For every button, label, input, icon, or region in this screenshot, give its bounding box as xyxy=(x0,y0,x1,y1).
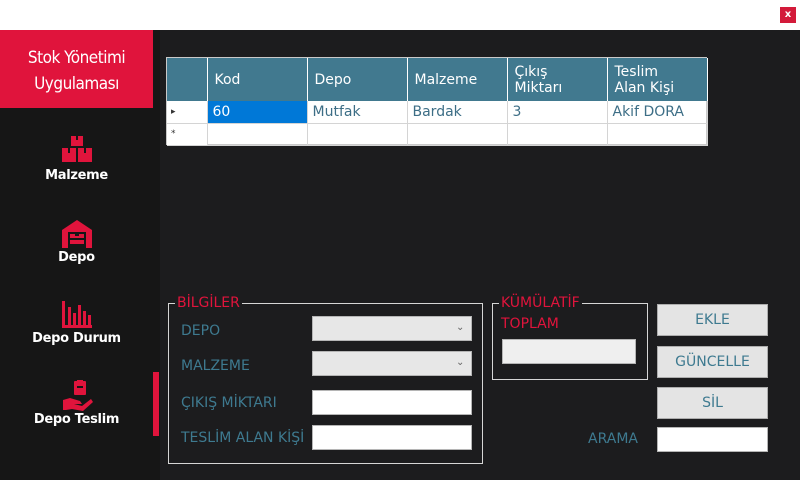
data-grid[interactable]: Kod Depo Malzeme Çıkış Miktarı Teslim Al… xyxy=(166,57,708,146)
column-header-teslim-alan-kisi[interactable]: Teslim Alan Kişi xyxy=(607,58,708,101)
table-cell[interactable] xyxy=(207,123,308,146)
delete-button[interactable]: SİL xyxy=(657,387,768,419)
table-row-new[interactable]: * xyxy=(167,123,708,146)
search-input[interactable] xyxy=(657,427,768,452)
sidebar: Stok Yönetimi Uygulaması Malzeme Depo De… xyxy=(0,30,160,480)
column-header-depo[interactable]: Depo xyxy=(307,58,408,101)
info-group-title: BİLGİLER xyxy=(175,295,242,311)
column-header-kod[interactable]: Kod xyxy=(207,58,308,101)
depo-label: DEPO xyxy=(181,323,221,339)
malzeme-select[interactable]: ⌄ xyxy=(312,351,472,376)
app-title-line2: Uygulaması xyxy=(34,74,119,94)
sidebar-item-label: Depo Durum xyxy=(32,331,121,346)
search-label: ARAMA xyxy=(588,431,638,447)
grid-corner xyxy=(167,58,208,101)
app-title-line1: Stok Yönetimi xyxy=(27,48,126,68)
table-cell[interactable]: Mutfak xyxy=(307,101,408,124)
cikis-miktari-input[interactable] xyxy=(312,390,472,415)
brand-panel: Stok Yönetimi Uygulaması xyxy=(0,30,153,108)
table-cell[interactable]: 60 xyxy=(207,101,308,124)
cumulative-total-field xyxy=(502,339,636,364)
table-cell[interactable] xyxy=(607,123,708,146)
sidebar-item-label: Depo Teslim xyxy=(33,412,120,427)
app-title: Stok Yönetimi Uygulaması xyxy=(0,45,153,97)
close-button[interactable]: x xyxy=(780,7,796,23)
grid-header-row: Kod Depo Malzeme Çıkış Miktarı Teslim Al… xyxy=(167,58,708,101)
malzeme-label: MALZEME xyxy=(181,358,250,374)
sidebar-item-label: Depo xyxy=(58,250,95,265)
sidebar-item-depo-teslim[interactable]: Depo Teslim xyxy=(0,380,153,452)
sidebar-item-label: Malzeme xyxy=(45,168,108,183)
column-header-cikis-miktari[interactable]: Çıkış Miktarı xyxy=(507,58,608,101)
table-cell[interactable] xyxy=(407,123,508,146)
table-cell[interactable]: Akif DORA xyxy=(607,101,708,124)
sidebar-item-depo-durum[interactable]: Depo Durum xyxy=(0,299,153,371)
cumulative-title-line1: KÜMÜLATİF xyxy=(499,295,582,311)
column-header-malzeme[interactable]: Malzeme xyxy=(407,58,508,101)
warehouse-icon xyxy=(62,220,92,248)
update-button[interactable]: GÜNCELLE xyxy=(657,346,768,378)
table-cell[interactable] xyxy=(507,123,608,146)
table-cell[interactable]: Bardak xyxy=(407,101,508,124)
boxes-icon xyxy=(62,136,92,162)
cumulative-title-line2: TOPLAM xyxy=(501,316,559,332)
teslim-alan-kisi-input[interactable] xyxy=(312,425,472,450)
new-row-marker[interactable]: * xyxy=(167,123,208,146)
chevron-down-icon: ⌄ xyxy=(456,322,465,333)
table-cell[interactable] xyxy=(307,123,408,146)
chevron-down-icon: ⌄ xyxy=(456,357,465,368)
sidebar-item-malzeme[interactable]: Malzeme xyxy=(0,134,153,206)
hand-delivery-icon xyxy=(63,380,93,411)
bar-chart-icon xyxy=(62,301,92,328)
table-row[interactable]: ▸ 60 Mutfak Bardak 3 Akif DORA xyxy=(167,101,708,124)
table-cell[interactable]: 3 xyxy=(507,101,608,124)
row-selector-icon[interactable]: ▸ xyxy=(167,101,208,124)
sidebar-item-depo[interactable]: Depo xyxy=(0,218,153,290)
cikis-miktari-label: ÇIKIŞ MİKTARI xyxy=(181,395,277,411)
add-button[interactable]: EKLE xyxy=(657,304,768,336)
depo-select[interactable]: ⌄ xyxy=(312,316,472,341)
teslim-alan-kisi-label: TESLİM ALAN KİŞİ xyxy=(181,430,305,446)
title-bar: x xyxy=(0,0,800,30)
active-indicator xyxy=(153,372,159,436)
